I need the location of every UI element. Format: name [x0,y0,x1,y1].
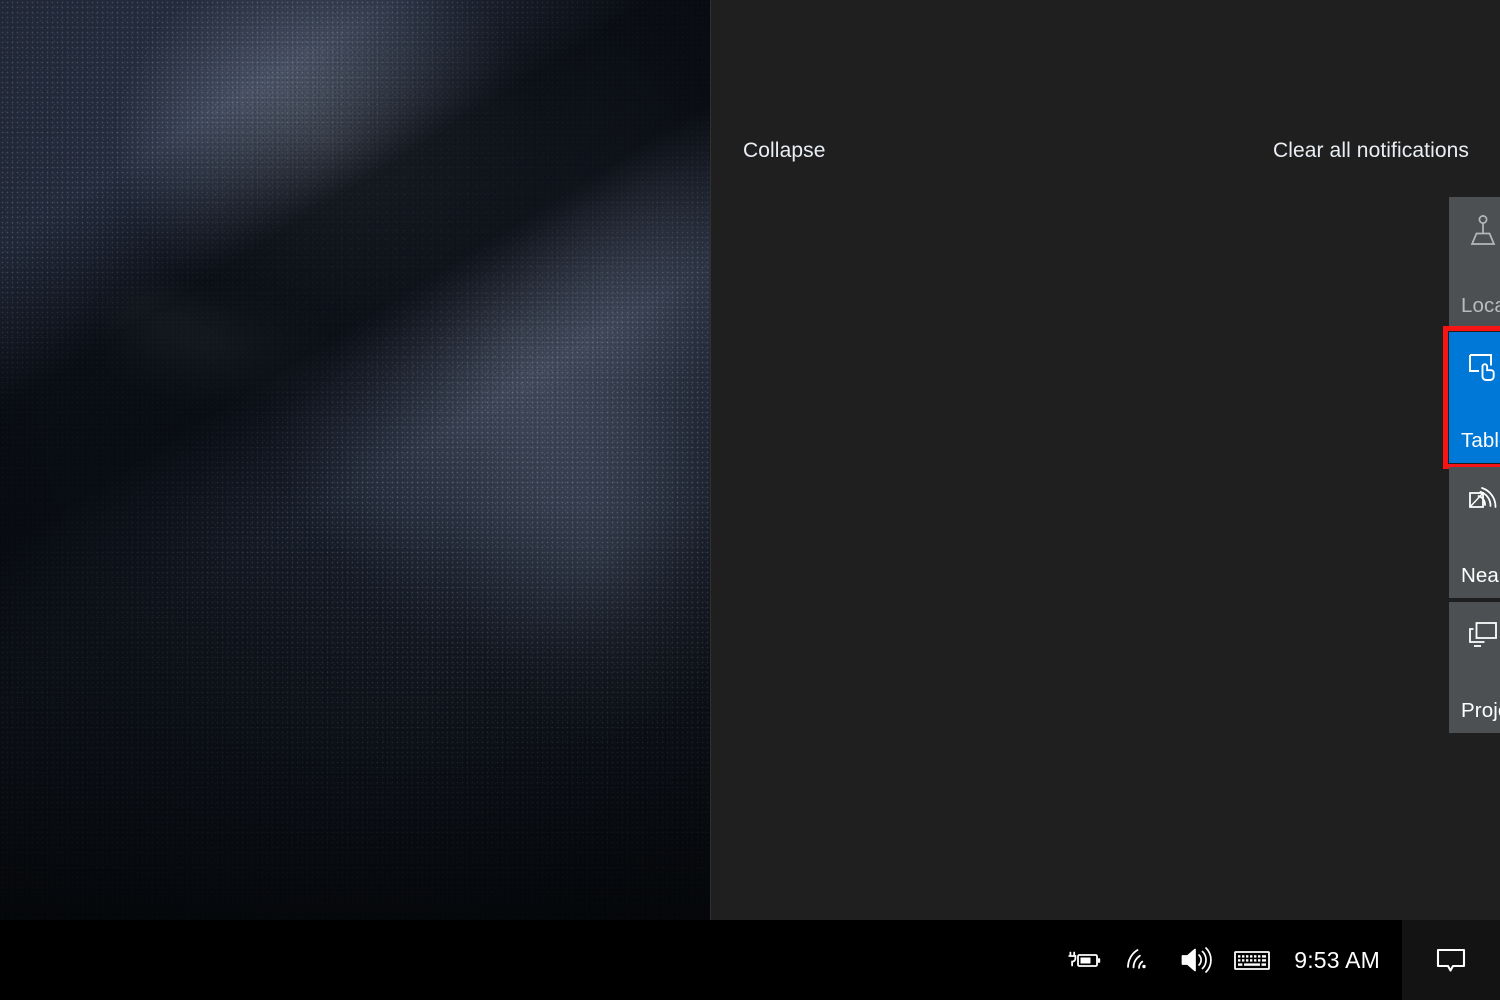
keyboard-icon[interactable] [1224,920,1280,1000]
desktop-wallpaper[interactable] [0,0,710,920]
project-icon [1463,616,1500,656]
collapse-button[interactable]: Collapse [743,138,826,164]
battery-charging-icon[interactable] [1056,920,1112,1000]
nearby-sharing-icon [1463,481,1500,521]
tablet-mode-icon [1463,346,1500,386]
quick-action-label: Nearby sharing [1461,564,1500,588]
action-center-panel: Collapse Clear all notifications Locatio… [710,0,1500,920]
system-tray: 9:53 AM [1056,920,1500,1000]
quick-action-label: Location [1461,294,1500,318]
taskbar-clock[interactable]: 9:53 AM [1280,947,1402,974]
action-center-icon[interactable] [1402,920,1500,1000]
quick-action-tile-location[interactable]: Location [1449,197,1500,328]
wallpaper-vignette-layer [0,0,710,920]
quick-action-tile-tablet-mode[interactable]: Tablet mode [1449,332,1500,463]
clear-all-notifications-button[interactable]: Clear all notifications [1273,138,1469,164]
location-icon [1463,211,1500,251]
volume-icon[interactable] [1168,920,1224,1000]
quick-action-tile-project[interactable]: Project [1449,602,1500,733]
brightness-slider-row [1449,780,1500,842]
quick-action-tile-nearby-sharing[interactable]: Nearby sharing [1449,467,1500,598]
quick-actions-grid: Location Battery saver [1449,197,1500,733]
taskbar: 9:53 AM [0,920,1500,1000]
screen: Collapse Clear all notifications Locatio… [0,0,1500,1000]
wifi-icon[interactable] [1112,920,1168,1000]
quick-action-label: Tablet mode [1461,429,1500,453]
action-center-header: Collapse Clear all notifications [711,132,1500,172]
quick-action-label: Project [1461,699,1500,723]
